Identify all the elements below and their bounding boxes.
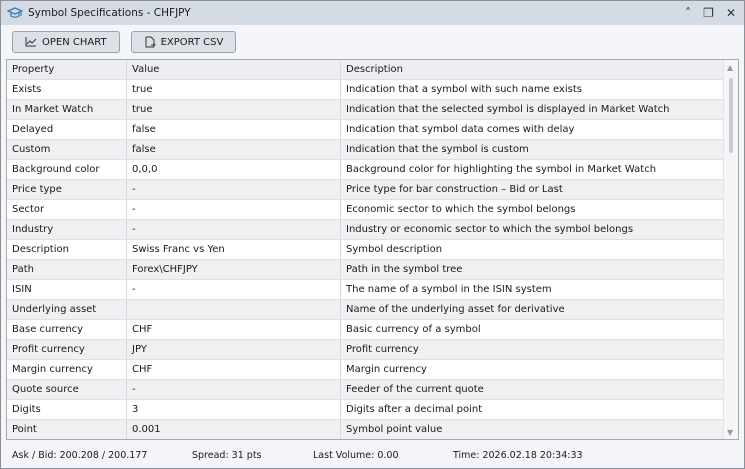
cell-property: Price type — [7, 180, 127, 199]
cell-property: Sector — [7, 200, 127, 219]
cell-value: Swiss Franc vs Yen — [127, 240, 341, 259]
spread: Spread: 31 pts — [192, 449, 262, 461]
open-chart-button[interactable]: OPEN CHART — [12, 31, 120, 53]
cell-description: Indication that symbol data comes with d… — [346, 124, 575, 135]
cell-value: false — [127, 140, 341, 159]
cell-description: Profit currency — [346, 344, 419, 355]
table-row[interactable]: Price type - Price type for bar constructi… — [7, 180, 738, 200]
cell-property: Industry — [7, 220, 127, 239]
cell-value: - — [127, 180, 341, 199]
cell-value: CHF — [127, 320, 341, 339]
ask-bid: Ask / Bid: 200.208 / 200.177 — [12, 449, 148, 461]
table-row[interactable]: In Market Watch true Indication that the s… — [7, 100, 738, 120]
cell-property: Base currency — [7, 320, 127, 339]
cell-property: ISIN — [7, 280, 127, 299]
cell-value: JPY — [127, 340, 341, 359]
cell-property: Margin currency — [7, 360, 127, 379]
cell-property: Custom — [7, 140, 127, 159]
cell-description: Indication that the symbol is custom — [346, 144, 529, 155]
table-row[interactable]: Point 0.001 Symbol point value — [7, 420, 738, 439]
table-row[interactable]: Background color 0,0,0 Background color fo… — [7, 160, 738, 180]
cell-value: CHF — [127, 360, 341, 379]
open-chart-label: OPEN CHART — [42, 36, 107, 48]
table-row[interactable]: Description Swiss Franc vs Yen Symbol desc… — [7, 240, 738, 260]
export-csv-label: EXPORT CSV — [160, 36, 224, 48]
column-header-description[interactable]: Description — [341, 60, 724, 79]
title-bar: Symbol Specifications - CHFJPY ˄ ❐ ✕ — [1, 1, 744, 25]
symbol-specifications-window: Symbol Specifications - CHFJPY ˄ ❐ ✕ OPE… — [0, 0, 745, 469]
export-csv-button[interactable]: EXPORT CSV — [130, 31, 237, 53]
cell-property: Description — [7, 240, 127, 259]
collapse-icon[interactable]: ˄ — [685, 6, 691, 20]
vertical-scrollbar[interactable]: ▲ ▼ — [723, 60, 738, 439]
table-row[interactable]: Quote source - Feeder of the current quote — [7, 380, 738, 400]
cell-description: Symbol description — [346, 244, 443, 255]
cell-property: Background color — [7, 160, 127, 179]
scrollbar-thumb[interactable] — [729, 78, 733, 153]
column-header-value[interactable]: Value — [127, 60, 341, 79]
cell-property: Exists — [7, 80, 127, 99]
graduation-cap-icon — [7, 7, 23, 18]
cell-description: Symbol point value — [346, 424, 443, 435]
table-row[interactable]: Margin currency CHF Margin currency — [7, 360, 738, 380]
table-header: Property Value Description — [7, 60, 738, 80]
table-row[interactable]: ISIN - The name of a symbol in the ISIN sy… — [7, 280, 738, 300]
cell-value: false — [127, 120, 341, 139]
table-row[interactable]: Base currency CHF Basic currency of a symb… — [7, 320, 738, 340]
cell-value: true — [127, 80, 341, 99]
column-header-property[interactable]: Property — [7, 60, 127, 79]
cell-description: Industry or economic sector to which the… — [346, 224, 634, 235]
scroll-up-icon[interactable]: ▲ — [727, 63, 733, 72]
table-row[interactable]: Custom false Indication that the symbol is… — [7, 140, 738, 160]
cell-value: 3 — [127, 400, 341, 419]
table-row[interactable]: Profit currency JPY Profit currency — [7, 340, 738, 360]
table-row[interactable]: Path Forex\CHFJPY Path in the symbol tree — [7, 260, 738, 280]
cell-value: - — [127, 280, 341, 299]
restore-icon[interactable]: ❐ — [703, 6, 714, 20]
cell-value: 0,0,0 — [127, 160, 341, 179]
window-title: Symbol Specifications - CHFJPY — [28, 7, 191, 19]
cell-property: Profit currency — [7, 340, 127, 359]
export-file-icon — [145, 36, 156, 48]
scroll-down-icon[interactable]: ▼ — [727, 428, 733, 437]
cell-value — [127, 300, 341, 319]
table-row[interactable]: Sector - Economic sector to which the symb… — [7, 200, 738, 220]
cell-property: Delayed — [7, 120, 127, 139]
cell-property: Underlying asset — [7, 300, 127, 319]
cell-description: Path in the symbol tree — [346, 264, 463, 275]
cell-description: Basic currency of a symbol — [346, 324, 481, 335]
cell-value: true — [127, 100, 341, 119]
cell-description: Price type for bar construction – Bid or… — [346, 184, 563, 195]
table-row[interactable]: Industry - Industry or economic sector to … — [7, 220, 738, 240]
cell-property: Point — [7, 420, 127, 439]
cell-value: - — [127, 380, 341, 399]
table-row[interactable]: Underlying asset Name of the underlying a… — [7, 300, 738, 320]
cell-description: Indication that a symbol with such name … — [346, 84, 582, 95]
table-row[interactable]: Exists true Indication that a symbol with … — [7, 80, 738, 100]
cell-value: Forex\CHFJPY — [127, 260, 341, 279]
cell-property: Path — [7, 260, 127, 279]
cell-description: Feeder of the current quote — [346, 384, 484, 395]
chart-icon — [25, 37, 37, 47]
table-row[interactable]: Digits 3 Digits after a decimal point — [7, 400, 738, 420]
cell-description: Indication that the selected symbol is d… — [346, 104, 670, 115]
specifications-table: Property Value Description Exists true Ind… — [6, 59, 739, 440]
status-bar: Ask / Bid: 200.208 / 200.177 Spread: 31 … — [1, 442, 744, 468]
cell-property: In Market Watch — [7, 100, 127, 119]
cell-property: Quote source — [7, 380, 127, 399]
last-volume: Last Volume: 0.00 — [313, 449, 399, 461]
cell-description: The name of a symbol in the ISIN system — [346, 284, 552, 295]
cell-description: Digits after a decimal point — [346, 404, 483, 415]
cell-property: Digits — [7, 400, 127, 419]
cell-description: Name of the underlying asset for derivat… — [346, 304, 565, 315]
cell-description: Margin currency — [346, 364, 427, 375]
table-row[interactable]: Delayed false Indication that symbol data … — [7, 120, 738, 140]
time: Time: 2026.02.18 20:34:33 — [453, 449, 583, 461]
cell-description: Economic sector to which the symbol belo… — [346, 204, 576, 215]
close-icon[interactable]: ✕ — [726, 6, 736, 20]
cell-value: - — [127, 220, 341, 239]
cell-value: - — [127, 200, 341, 219]
cell-description: Background color for highlighting the sy… — [346, 164, 657, 175]
cell-value: 0.001 — [127, 420, 341, 439]
